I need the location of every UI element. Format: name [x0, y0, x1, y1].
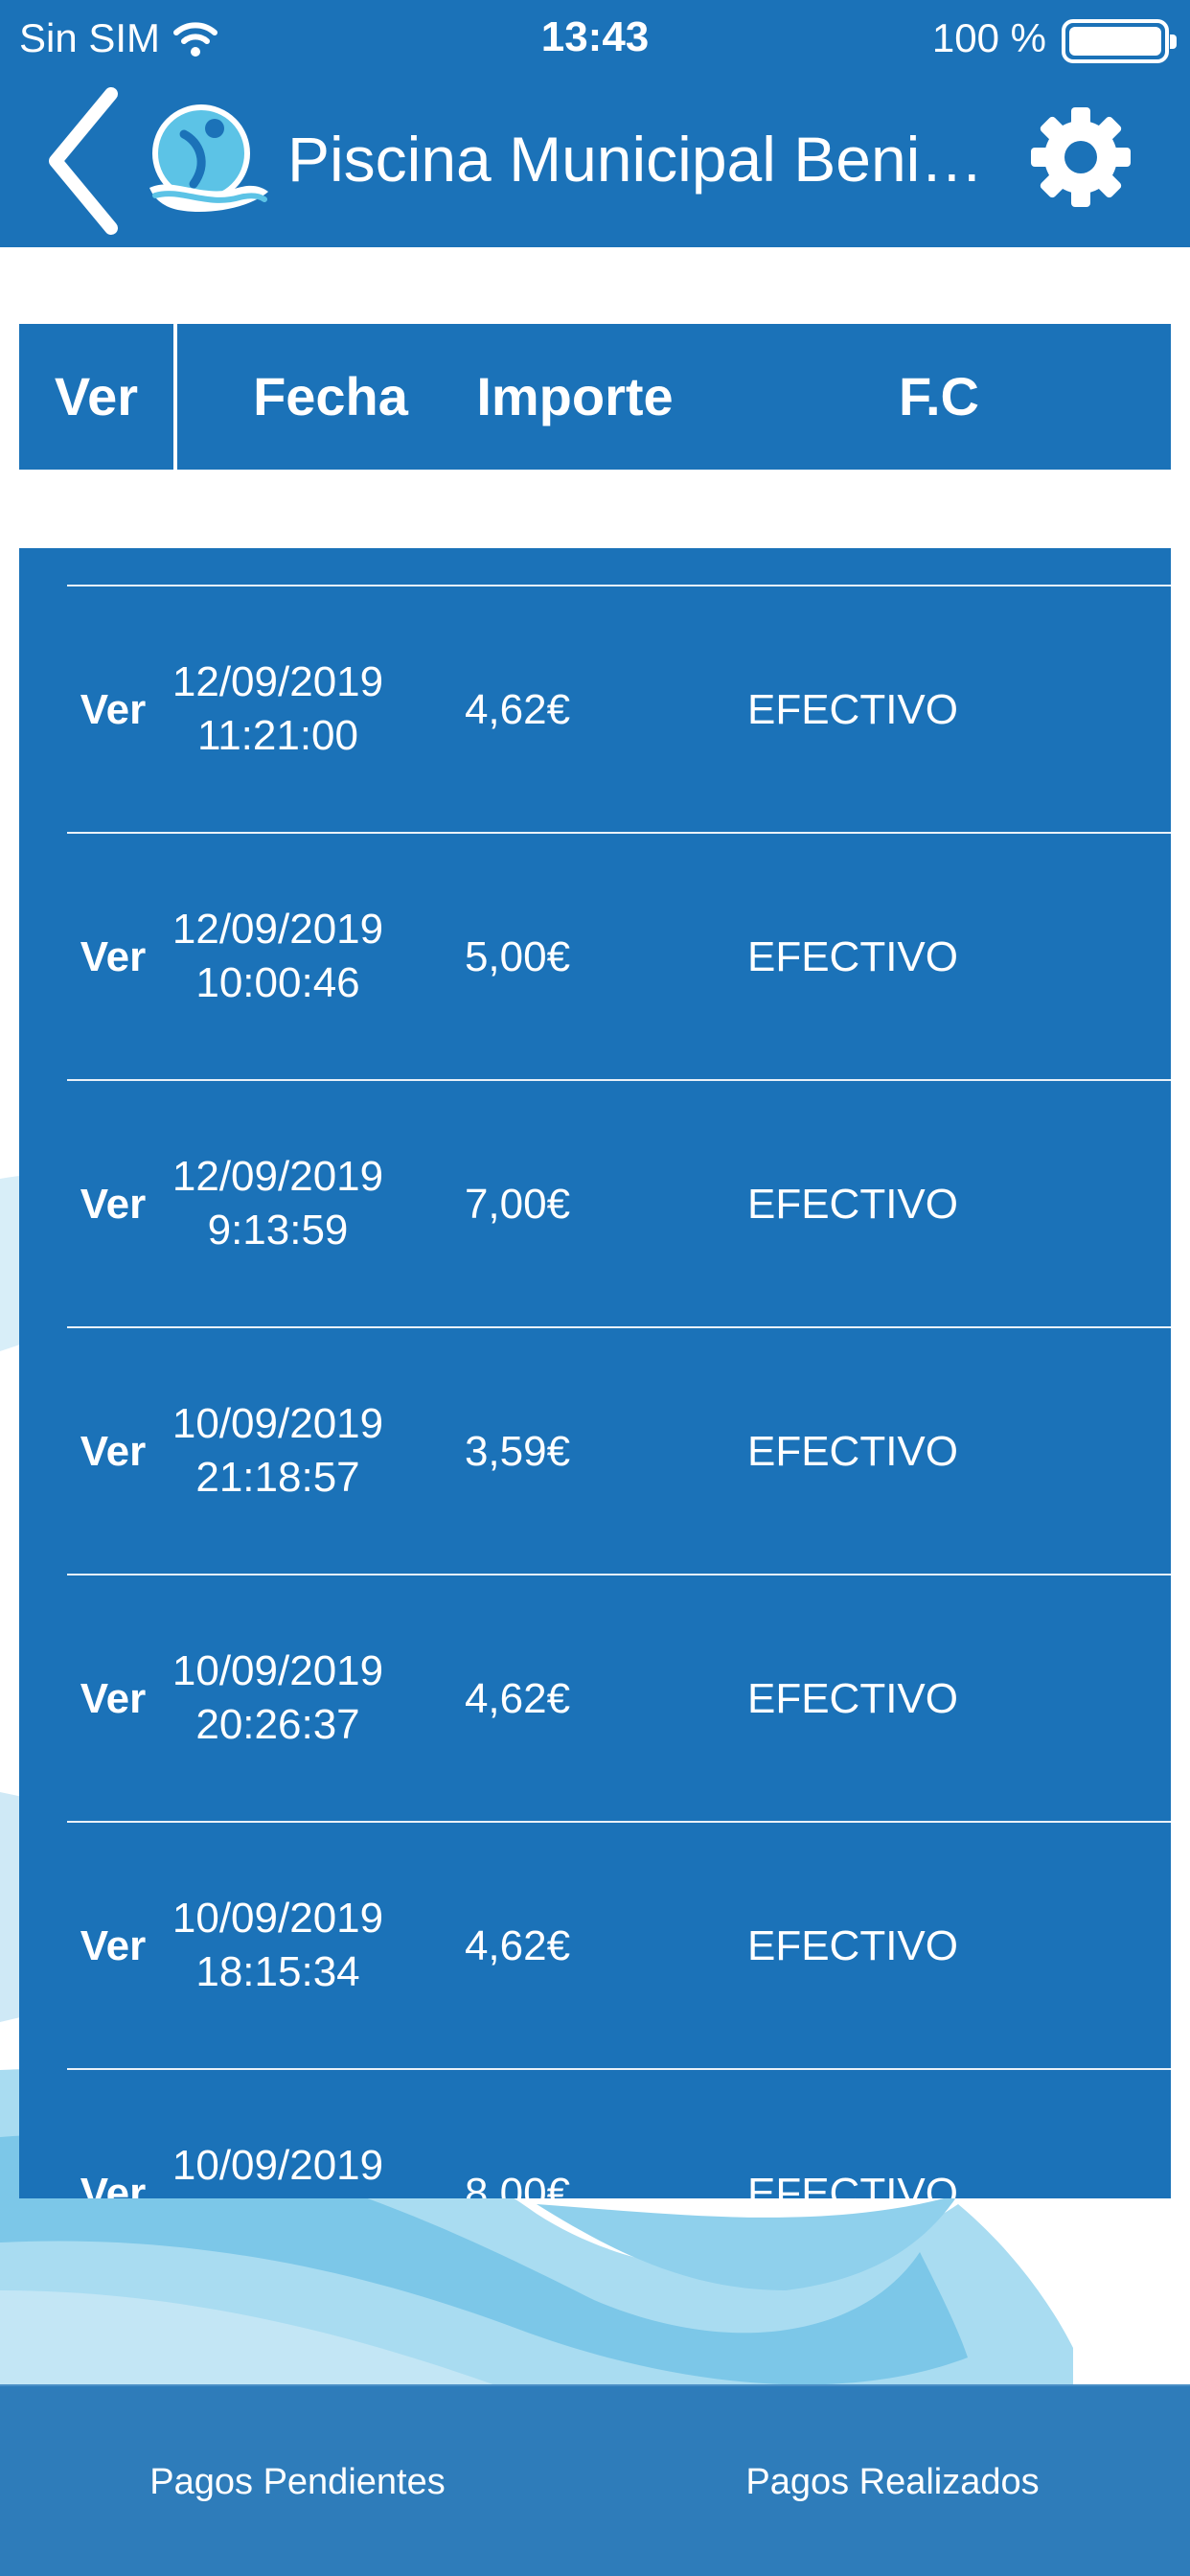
payment-method-cell: EFECTIVO — [746, 686, 959, 733]
table-row[interactable]: Ver 10/09/2019 8,00€ EFECTIVO — [67, 2068, 1171, 2198]
amount-cell: 4,62€ — [464, 1922, 571, 1969]
payment-method-cell: EFECTIVO — [746, 933, 959, 980]
amount-cell: 3,59€ — [464, 1428, 571, 1475]
payment-method-cell: EFECTIVO — [746, 1922, 959, 1969]
view-button[interactable]: Ver — [67, 1576, 159, 1823]
date-value: 10/09/2019 — [172, 2142, 384, 2189]
time-value: 9:13:59 — [207, 1207, 349, 1254]
table-row[interactable]: Ver 10/09/2019 21:18:57 3,59€ EFECTIVO — [67, 1326, 1171, 1574]
battery-icon — [1062, 19, 1177, 63]
date-value: 12/09/2019 — [172, 1153, 384, 1200]
payment-method-cell: EFECTIVO — [746, 1428, 959, 1475]
table-row[interactable]: Ver 10/09/2019 18:15:34 4,62€ EFECTIVO — [67, 1821, 1171, 2068]
date-cell: 10/09/2019 — [163, 2139, 393, 2193]
time-value: 21:18:57 — [195, 1454, 360, 1501]
time-value: 11:21:00 — [196, 712, 358, 759]
amount-cell: 8,00€ — [464, 2170, 571, 2198]
top-bar: Sin SIM 13:43 100 % Piscina Municipal Be… — [0, 0, 1190, 247]
header-divider — [173, 324, 177, 470]
date-cell: 12/09/2019 10:00:46 — [163, 903, 393, 1010]
amount-cell: 7,00€ — [464, 1181, 571, 1228]
view-button[interactable]: Ver — [67, 2070, 159, 2198]
column-header-fecha: Fecha — [253, 366, 408, 426]
date-value: 10/09/2019 — [172, 1895, 384, 1942]
date-cell: 10/09/2019 18:15:34 — [163, 1892, 393, 1999]
date-cell: 10/09/2019 21:18:57 — [163, 1397, 393, 1505]
view-button[interactable]: Ver — [67, 834, 159, 1081]
view-button[interactable]: Ver — [67, 1823, 159, 2070]
payment-method-cell: EFECTIVO — [746, 1181, 959, 1228]
chevron-left-icon[interactable] — [42, 82, 128, 240]
time-value: 10:00:46 — [195, 959, 360, 1006]
view-button[interactable]: Ver — [67, 1328, 159, 1576]
date-value: 10/09/2019 — [172, 1647, 384, 1694]
column-header-ver: Ver — [54, 366, 139, 426]
amount-cell: 5,00€ — [464, 933, 571, 980]
payment-method-cell: EFECTIVO — [746, 2170, 959, 2198]
table-row[interactable]: Ver 10/09/2019 20:26:37 4,62€ EFECTIVO — [67, 1574, 1171, 1821]
table-row[interactable]: Ver 12/09/2019 10:00:46 5,00€ EFECTIVO — [67, 832, 1171, 1079]
tab-pagos-realizados[interactable]: Pagos Realizados — [595, 2386, 1190, 2576]
time-value: 18:15:34 — [195, 1948, 360, 1995]
tab-pagos-pendientes[interactable]: Pagos Pendientes — [0, 2386, 595, 2576]
table-header: Ver Fecha Importe F.C — [19, 324, 1171, 470]
payment-method-cell: EFECTIVO — [746, 1675, 959, 1722]
date-value: 10/09/2019 — [172, 1400, 384, 1447]
date-cell: 12/09/2019 11:21:00 — [163, 656, 393, 763]
amount-cell: 4,62€ — [464, 1675, 571, 1722]
battery-percentage: 100 % — [931, 15, 1046, 60]
amount-cell: 4,62€ — [464, 686, 571, 733]
column-header-fc: F.C — [899, 366, 979, 426]
tab-bar: Pagos Pendientes Pagos Realizados — [0, 2384, 1190, 2576]
payments-table[interactable]: Ver 12/09/2019 11:21:00 4,62€ EFECTIVO V… — [19, 548, 1171, 2198]
date-cell: 10/09/2019 20:26:37 — [163, 1644, 393, 1752]
column-header-importe: Importe — [476, 366, 674, 426]
navigation-bar: Piscina Municipal Benicàs... — [0, 80, 1190, 247]
date-value: 12/09/2019 — [172, 658, 384, 705]
date-value: 12/09/2019 — [172, 906, 384, 953]
view-button[interactable]: Ver — [67, 1081, 159, 1328]
date-cell: 12/09/2019 9:13:59 — [163, 1150, 393, 1257]
gear-icon[interactable] — [1027, 104, 1134, 211]
page-title: Piscina Municipal Benicàs... — [287, 124, 996, 195]
swimmer-logo — [149, 104, 268, 213]
table-row[interactable]: Ver 12/09/2019 9:13:59 7,00€ EFECTIVO — [67, 1079, 1171, 1326]
table-row[interactable]: Ver 12/09/2019 11:21:00 4,62€ EFECTIVO — [67, 585, 1171, 832]
time-value: 20:26:37 — [195, 1701, 360, 1748]
view-button[interactable]: Ver — [67, 586, 159, 834]
status-bar: Sin SIM 13:43 100 % — [0, 0, 1190, 80]
